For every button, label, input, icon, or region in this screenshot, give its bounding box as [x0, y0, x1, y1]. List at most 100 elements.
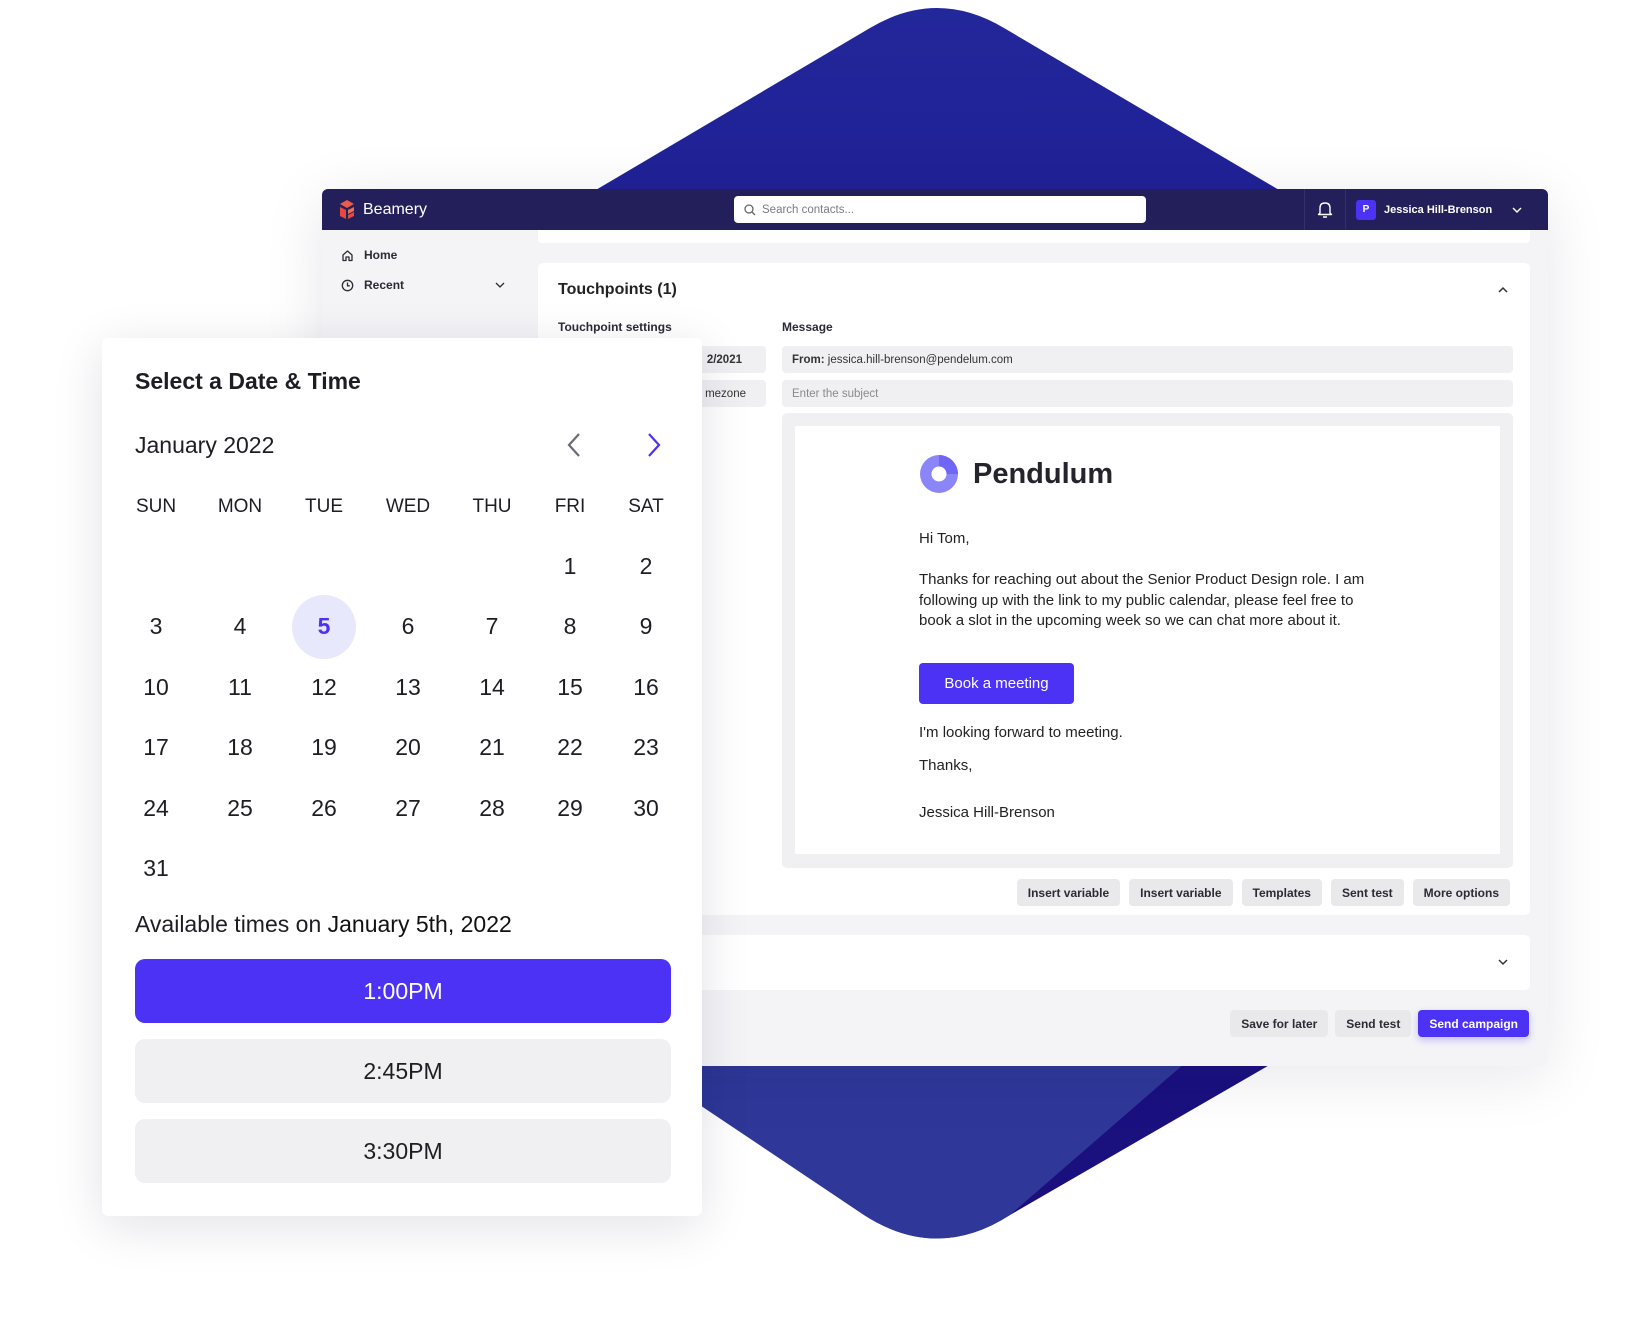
day-cell[interactable]: 29: [538, 776, 602, 840]
insert-variable-button[interactable]: Insert variable: [1016, 879, 1121, 906]
notifications-button[interactable]: [1304, 189, 1346, 230]
sidebar-item-label: Recent: [364, 278, 405, 292]
day-cell[interactable]: 20: [376, 716, 440, 780]
available-times-heading: Available times on January 5th, 2022: [135, 911, 512, 938]
day-cell[interactable]: 10: [124, 655, 188, 719]
touchpoint-settings-label: Touchpoint settings: [558, 320, 672, 334]
weekday-tue: TUE: [305, 496, 343, 517]
prev-month-button[interactable]: [559, 430, 589, 460]
date-time-picker: Select a Date & Time January 2022 SUN MON…: [102, 338, 702, 1216]
day-cell[interactable]: 22: [538, 716, 602, 780]
day-cell[interactable]: 2: [614, 534, 678, 598]
day-cell[interactable]: 27: [376, 776, 440, 840]
insert-variable-button-2[interactable]: Insert variable: [1129, 879, 1233, 906]
day-cell[interactable]: 28: [460, 776, 524, 840]
beamery-logo-icon: [340, 200, 354, 219]
time-slot-button[interactable]: 2:45PM: [135, 1039, 671, 1103]
from-field[interactable]: From: jessica.hill-brenson@pendelum.com: [782, 346, 1513, 373]
weekday-thu: THU: [472, 496, 512, 517]
day-cell[interactable]: 4: [208, 595, 272, 659]
chevron-down-icon[interactable]: [1496, 955, 1510, 969]
chevron-right-icon: [648, 433, 661, 457]
pendulum-logo: Pendulum: [919, 454, 1113, 494]
sidebar-item-home[interactable]: Home: [341, 248, 397, 262]
day-cell[interactable]: 9: [614, 595, 678, 659]
weekday-wed: WED: [385, 496, 431, 517]
day-cell[interactable]: 25: [208, 776, 272, 840]
stage: Beamery Search contacts... P Jessica Hil…: [0, 0, 1648, 1320]
email-signoff: Thanks,: [919, 757, 973, 774]
message-label: Message: [782, 320, 833, 334]
more-options-button[interactable]: More options: [1412, 879, 1510, 906]
picker-title: Select a Date & Time: [135, 368, 361, 394]
weekday-sun: SUN: [135, 496, 177, 517]
email-closing-line: I'm looking forward to meeting.: [919, 724, 1123, 741]
day-cell[interactable]: 17: [124, 716, 188, 780]
subject-input[interactable]: Enter the subject: [782, 380, 1513, 407]
weekday-mon: MON: [217, 496, 263, 517]
day-cell[interactable]: 31: [124, 837, 188, 901]
send-test-button[interactable]: Send test: [1335, 1010, 1412, 1037]
email-greeting: Hi Tom,: [919, 530, 970, 547]
sidebar-item-label: Home: [364, 248, 398, 262]
day-cell[interactable]: 19: [292, 716, 356, 780]
timezone-value: mezone: [705, 387, 746, 400]
email-preview: Pendulum Hi Tom, Thanks for reaching out…: [795, 426, 1500, 854]
day-cell[interactable]: 8: [538, 595, 602, 659]
sidebar-item-recent[interactable]: Recent: [341, 278, 521, 292]
day-cell[interactable]: 26: [292, 776, 356, 840]
day-cell[interactable]: 14: [460, 655, 524, 719]
day-cell-selected[interactable]: 5: [292, 594, 356, 659]
from-label: From:: [792, 353, 825, 366]
templates-button[interactable]: Templates: [1241, 879, 1322, 906]
day-cell[interactable]: 16: [614, 655, 678, 719]
subject-placeholder: Enter the subject: [792, 387, 879, 400]
user-name: Jessica Hill-Brenson: [1384, 203, 1493, 216]
email-signature: Jessica Hill-Brenson: [919, 804, 1055, 821]
save-for-later-button[interactable]: Save for later: [1230, 1010, 1329, 1037]
day-cell[interactable]: 18: [208, 716, 272, 780]
day-cell[interactable]: 12: [292, 655, 356, 719]
available-prefix: Available times on: [135, 911, 322, 937]
day-cell[interactable]: 30: [614, 776, 678, 840]
day-cell[interactable]: 7: [460, 595, 524, 659]
chevron-left-icon: [567, 433, 580, 457]
time-slot-button[interactable]: 1:00PM: [135, 959, 671, 1023]
beamery-logo[interactable]: Beamery: [336, 199, 427, 221]
email-body: Thanks for reaching out about the Senior…: [919, 571, 1365, 629]
email-editor[interactable]: Pendulum Hi Tom, Thanks for reaching out…: [782, 413, 1513, 868]
chevron-up-icon[interactable]: [1496, 283, 1510, 297]
search-input[interactable]: Search contacts...: [734, 196, 1146, 223]
day-cell[interactable]: 23: [614, 716, 678, 780]
campaign-actions: Save for later Send test Send campaign: [1230, 1010, 1529, 1037]
top-bar: Beamery Search contacts... P Jessica Hil…: [322, 189, 1548, 230]
avatar: P: [1356, 199, 1376, 220]
brand-name: Beamery: [363, 201, 428, 218]
clock-icon: [341, 279, 354, 291]
bell-icon: [1317, 202, 1333, 218]
sent-test-button[interactable]: Sent test: [1330, 879, 1404, 906]
book-meeting-button[interactable]: Book a meeting: [919, 663, 1074, 704]
day-cell[interactable]: 11: [208, 655, 272, 719]
send-campaign-button[interactable]: Send campaign: [1418, 1010, 1529, 1037]
pendulum-brand-name: Pendulum: [973, 457, 1114, 490]
next-month-button[interactable]: [639, 430, 669, 460]
home-icon: [342, 249, 353, 261]
send-date-value: 2/2021: [706, 353, 742, 366]
from-value: jessica.hill-brenson@pendelum.com: [827, 353, 1013, 366]
available-date: January 5th, 2022: [327, 911, 512, 937]
current-month: January 2022: [135, 432, 275, 458]
previous-section-card: [538, 230, 1530, 243]
day-cell[interactable]: 6: [376, 595, 440, 659]
chevron-down-icon[interactable]: [494, 279, 506, 291]
search-icon: [744, 203, 756, 215]
user-menu[interactable]: P Jessica Hill-Brenson: [1356, 189, 1524, 230]
day-cell[interactable]: 21: [460, 716, 524, 780]
pendulum-logo-icon: [920, 455, 958, 493]
day-cell[interactable]: 1: [538, 534, 602, 598]
day-cell[interactable]: 13: [376, 655, 440, 719]
time-slot-button[interactable]: 3:30PM: [135, 1119, 671, 1183]
day-cell[interactable]: 3: [124, 595, 188, 659]
day-cell[interactable]: 24: [124, 776, 188, 840]
day-cell[interactable]: 15: [538, 655, 602, 719]
